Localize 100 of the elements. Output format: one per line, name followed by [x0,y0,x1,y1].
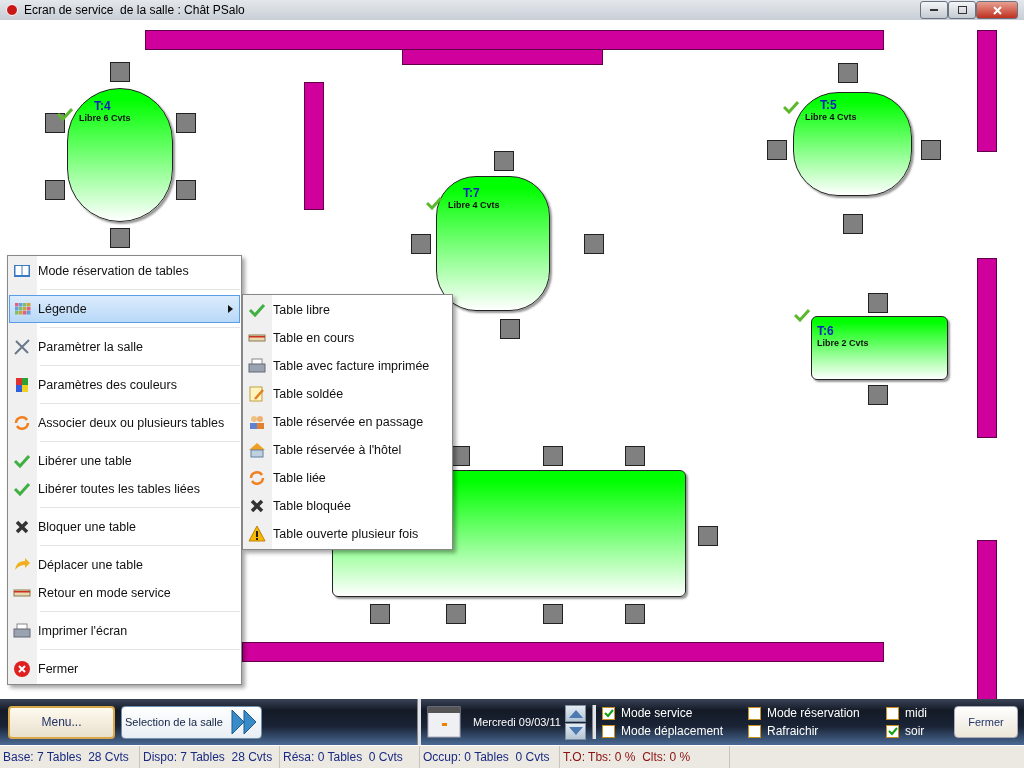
checkbox[interactable] [886,724,899,738]
checkbox-label: Mode déplacement [621,724,724,738]
cross-icon [248,497,266,515]
chair [370,604,390,624]
checkbox-label: Mode service [621,706,693,720]
menu-item-label: Table libre [273,303,330,317]
menu-item[interactable]: Associer deux ou plusieurs tables [9,409,240,437]
up-arrow-icon [568,708,583,718]
room-selection-button[interactable]: Selection de la salle [121,705,262,739]
menu-item[interactable]: Mode réservation de tables [9,257,240,285]
menu-item-label: Paramètres des couleurs [38,378,177,392]
window-title: Ecran de service de la salle : Chât PSalo [24,3,245,17]
chair [698,526,718,546]
previous-day-button[interactable] [565,704,586,722]
table-status: Libre 4 Cvts [448,199,500,211]
chair [625,446,645,466]
chair [110,228,130,248]
checkbox-label: midi [905,706,927,720]
date-text: Mercredi 09/03/11 [473,716,562,728]
people-icon [248,413,266,431]
menu-item-label: Bloquer une table [38,520,136,534]
notepad-icon [248,385,266,403]
menu-item[interactable]: Fermer [9,655,240,683]
menu-item[interactable]: Table bloquée [244,492,451,520]
circular-arrows-icon [248,469,266,487]
chair [176,180,196,200]
chair [543,446,563,466]
table-shape[interactable]: T:5 Libre 4 Cvts [793,92,912,196]
chair [45,113,65,133]
chair [45,180,65,200]
minimize-button[interactable] [920,1,948,19]
minimize-icon [930,8,938,12]
menu-item-label: Table avec facture imprimée [273,359,430,373]
menu-item-label: Fermer [38,662,79,676]
menu-item-label: Table ouverte plusieur fois [273,527,419,541]
menu-button[interactable]: Menu... [8,705,115,739]
chair [868,385,888,405]
menu-item-label: Libérer une table [38,454,132,468]
maximize-button[interactable] [948,1,976,19]
menu-item-label: Associer deux ou plusieurs tables [38,416,225,430]
checkbox[interactable] [602,724,615,738]
checkbox-label: soir [905,724,925,738]
table-number: T:6 [817,325,834,337]
check-icon [13,452,31,470]
menu-item[interactable]: Table en cours [244,324,451,352]
menu-item[interactable]: Paramètres des couleurs [9,371,240,399]
menu-item[interactable]: Légende [9,295,240,323]
menu-item[interactable]: Libérer une table [9,447,240,475]
next-day-button[interactable] [565,722,586,740]
menu-item[interactable]: Libérer toutes les tables liées [9,475,240,503]
calendar-icon[interactable] [427,706,461,738]
menu-item[interactable]: Table soldée [244,380,451,408]
status-text: Occup: 0 Tables 0 Cvts [420,746,560,768]
menu-item[interactable]: Table réservée en passage [244,408,451,436]
chair [500,319,520,339]
status-text: Dispo: 7 Tables 28 Cvts [140,746,280,768]
checkbox-label: Mode réservation [767,706,860,720]
menu-item-label: Mode réservation de tables [38,264,189,278]
chair [868,293,888,313]
chair [176,113,196,133]
menu-item[interactable]: Table liée [244,464,451,492]
menu-item[interactable]: Déplacer une table [9,551,240,579]
maximize-icon [957,6,967,14]
menu-item-label: Table réservée à l'hôtel [273,443,402,457]
check-icon [13,480,31,498]
table-number: T:5 [820,99,837,111]
close-window-button[interactable]: Fermer [954,706,1018,738]
table-shape[interactable]: T:7 Libre 4 Cvts [436,176,550,311]
menu-item[interactable]: Retour en mode service [9,579,240,607]
menu-item[interactable]: Table avec facture imprimée [244,352,451,380]
circular-arrows-icon [13,414,31,432]
menu-item[interactable]: Table ouverte plusieur fois [244,520,451,548]
menu-item[interactable]: Table réservée à l'hôtel [244,436,451,464]
menu-item-label: Table en cours [273,331,355,345]
menu-item[interactable]: Bloquer une table [9,513,240,541]
menu-item-label: Déplacer une table [38,558,143,572]
menu-item-label: Table soldée [273,387,344,401]
menu-item-label: Paramètrer la salle [38,340,143,354]
menu-item-label: Table bloquée [273,499,351,513]
down-arrow-icon [568,726,583,736]
table-shape[interactable]: T:4 Libre 6 Cvts [67,88,173,222]
table-status: Libre 6 Cvts [79,112,131,124]
chair [411,234,431,254]
table-shape[interactable]: T:6 Libre 2 Cvts [811,316,948,380]
checkbox[interactable] [748,724,761,738]
menu-item[interactable]: Paramètrer la salle [9,333,240,361]
double-arrow-icon [231,708,259,736]
chair [110,62,130,82]
menu-item-label: Légende [38,302,87,316]
checkbox[interactable] [886,706,899,720]
menu-item-label: Imprimer l'écran [38,624,128,638]
chair [543,604,563,624]
checkbox[interactable] [602,706,615,720]
menu-item[interactable]: Imprimer l'écran [9,617,240,645]
table-status: Libre 4 Cvts [805,111,857,123]
cross-icon [13,518,31,536]
color-squares-icon [13,376,31,394]
chair [838,63,858,83]
checkbox[interactable] [748,706,761,720]
close-button[interactable] [976,1,1018,19]
